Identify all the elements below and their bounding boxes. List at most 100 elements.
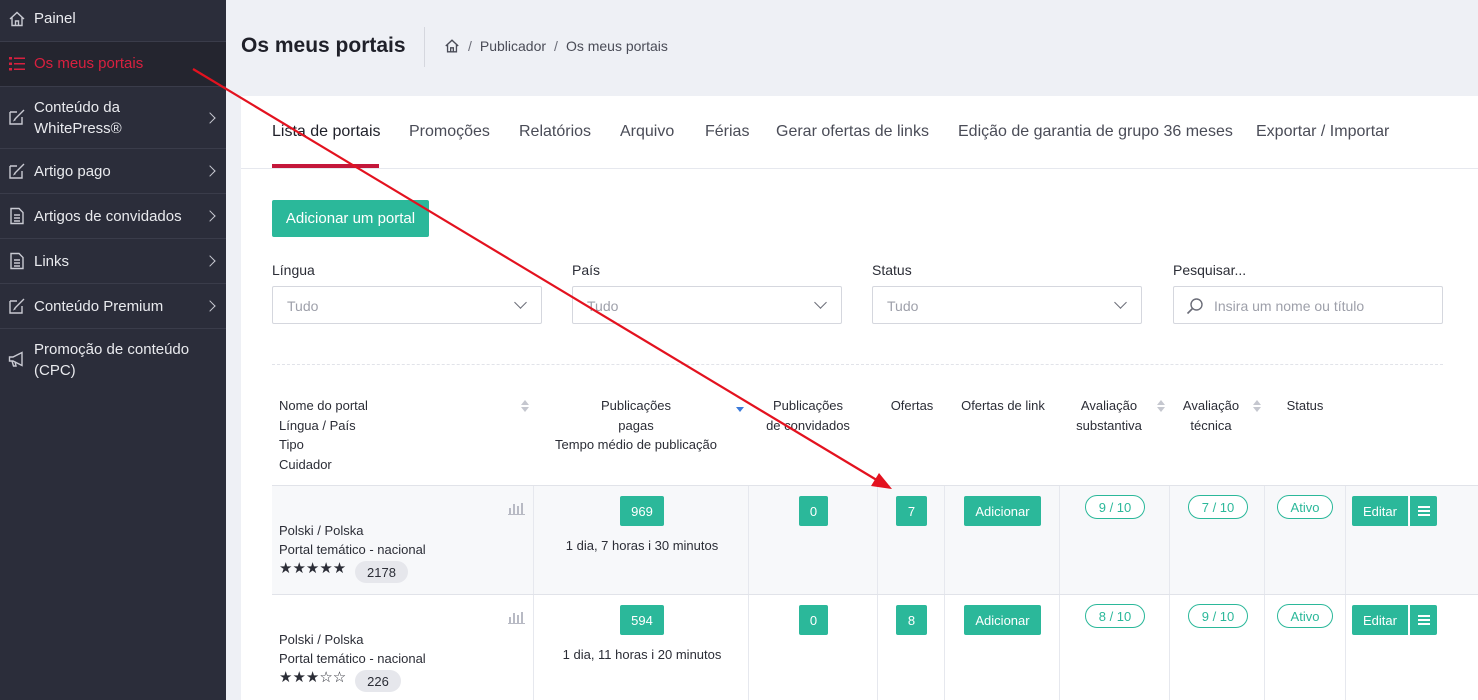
sidebar-item-my-portals[interactable]: Os meus portais [0, 42, 226, 87]
bar-chart-icon[interactable] [508, 502, 525, 515]
row-menu-button[interactable] [1409, 605, 1437, 635]
column-divider [944, 595, 945, 700]
edit-icon [9, 298, 25, 314]
header-line: Avaliação [1080, 398, 1138, 413]
sidebar-item-dashboard[interactable]: Painel [0, 0, 226, 42]
sidebar-item-label: Os meus portais [34, 55, 144, 72]
tab-archive[interactable]: Arquivo [620, 123, 674, 141]
breadcrumb-separator: / [554, 38, 558, 54]
sidebar-item-premium-content[interactable]: Conteúdo Premium [0, 284, 226, 329]
sidebar-item-links[interactable]: Links [0, 239, 226, 284]
edit-icon [9, 163, 25, 179]
row-menu-button[interactable] [1409, 496, 1437, 526]
tab-export-import[interactable]: Exportar / Importar [1256, 123, 1389, 141]
header-divider [424, 27, 425, 67]
offers-badge[interactable]: 8 [896, 605, 927, 635]
status-filter-label: Status [872, 262, 912, 278]
header-line: técnica [1190, 417, 1232, 433]
document-icon [10, 252, 24, 270]
sidebar-item-label: Conteúdo Premium [34, 298, 164, 315]
substantive-rating-badge: 8 / 10 [1085, 604, 1145, 628]
column-divider [1345, 595, 1346, 700]
main-card: Lista de portais Promoções Relatórios Ar… [241, 96, 1478, 700]
home-icon[interactable] [444, 38, 460, 54]
sidebar-item-label: Artigo pago [34, 163, 111, 180]
bar-chart-icon[interactable] [508, 611, 525, 624]
paid-publications-badge[interactable]: 969 [620, 496, 664, 526]
search-label: Pesquisar... [1173, 262, 1247, 278]
country-select[interactable]: Tudo [572, 286, 842, 324]
breadcrumb-publisher[interactable]: Publicador [480, 38, 546, 54]
header-line: de convidados [766, 417, 850, 433]
breadcrumb-separator: / [468, 38, 472, 54]
technical-rating-badge: 9 / 10 [1188, 604, 1248, 628]
column-divider [533, 595, 534, 700]
country-filter-label: País [572, 262, 601, 278]
sidebar-item-guest-articles[interactable]: Artigos de convidados [0, 194, 226, 239]
substantive-rating-badge: 9 / 10 [1085, 495, 1145, 519]
header-line: Língua / País [279, 417, 356, 433]
language-select-value: Tudo [287, 298, 319, 314]
sort-icon[interactable] [1157, 400, 1165, 412]
chevron-right-icon [204, 255, 216, 267]
chevron-down-icon [814, 296, 827, 309]
active-tab-indicator [272, 164, 379, 168]
col-header-substantive[interactable]: Avaliação substantiva [1064, 396, 1154, 435]
column-divider [1169, 486, 1170, 595]
chevron-right-icon [204, 210, 216, 222]
edit-button[interactable]: Editar [1352, 496, 1408, 526]
add-portal-button[interactable]: Adicionar um portal [272, 200, 429, 237]
language-select[interactable]: Tudo [272, 286, 542, 324]
chevron-right-icon [204, 165, 216, 177]
status-badge: Ativo [1277, 604, 1333, 628]
search-icon [1186, 298, 1203, 315]
country-select-value: Tudo [587, 298, 619, 314]
tab-reports[interactable]: Relatórios [519, 123, 591, 141]
search-placeholder: Insira um nome ou título [1214, 298, 1365, 314]
avg-publication-time: 1 dia, 7 horas i 30 minutos [565, 538, 719, 553]
sidebar-item-content-promotion[interactable]: Promoção de conteúdo (CPC) [0, 329, 226, 391]
col-header-link-offers: Ofertas de link [961, 398, 1045, 413]
sidebar-item-label: Painel [34, 10, 76, 27]
col-header-paid[interactable]: Publicações pagas Tempo médio de publica… [541, 396, 731, 455]
tab-vacations[interactable]: Férias [705, 123, 749, 141]
tab-portal-list[interactable]: Lista de portais [272, 123, 381, 141]
sort-desc-icon[interactable] [736, 400, 744, 412]
column-divider [877, 595, 878, 700]
sidebar-item-paid-article[interactable]: Artigo pago [0, 149, 226, 194]
sort-icon[interactable] [521, 400, 529, 412]
header-line: Publicações [600, 398, 672, 413]
col-header-status: Status [1286, 398, 1324, 413]
chevron-right-icon [204, 112, 216, 124]
guest-publications-badge[interactable]: 0 [799, 496, 828, 526]
col-header-name[interactable]: Nome do portal Língua / País Tipo Cuidad… [279, 396, 368, 474]
header-line: Publicações [772, 398, 844, 413]
guest-publications-badge[interactable]: 0 [799, 605, 828, 635]
header-line: substantiva [1076, 417, 1142, 433]
tab-generate-link-offers[interactable]: Gerar ofertas de links [776, 123, 929, 141]
col-header-guest[interactable]: Publicações de convidados [753, 396, 863, 435]
add-link-offer-button[interactable]: Adicionar [964, 605, 1041, 635]
tab-promotions[interactable]: Promoções [409, 123, 490, 141]
home-icon [9, 11, 25, 27]
tab-group-warranty[interactable]: Edição de garantia de grupo 36 meses [958, 123, 1233, 141]
col-header-technical[interactable]: Avaliação técnica [1171, 396, 1251, 435]
column-divider [1059, 486, 1060, 595]
column-divider [748, 595, 749, 700]
search-input[interactable]: Insira um nome ou título [1173, 286, 1443, 324]
breadcrumb-current: Os meus portais [565, 38, 668, 54]
status-select[interactable]: Tudo [872, 286, 1142, 324]
chevron-down-icon [514, 296, 527, 309]
add-link-offer-button[interactable]: Adicionar [964, 496, 1041, 526]
header-line: Tempo médio de publicação [555, 437, 717, 452]
column-divider [1264, 486, 1265, 595]
page-title: Os meus portais [241, 34, 406, 57]
sidebar-item-whitepress-content[interactable]: Conteúdo da WhitePress® [0, 87, 226, 149]
status-select-value: Tudo [887, 298, 919, 314]
edit-button[interactable]: Editar [1352, 605, 1408, 635]
paid-publications-badge[interactable]: 594 [620, 605, 664, 635]
portal-type: Portal temático - nacional [279, 651, 426, 666]
offers-badge[interactable]: 7 [896, 496, 927, 526]
list-icon [9, 57, 25, 71]
sort-icon[interactable] [1253, 400, 1261, 412]
